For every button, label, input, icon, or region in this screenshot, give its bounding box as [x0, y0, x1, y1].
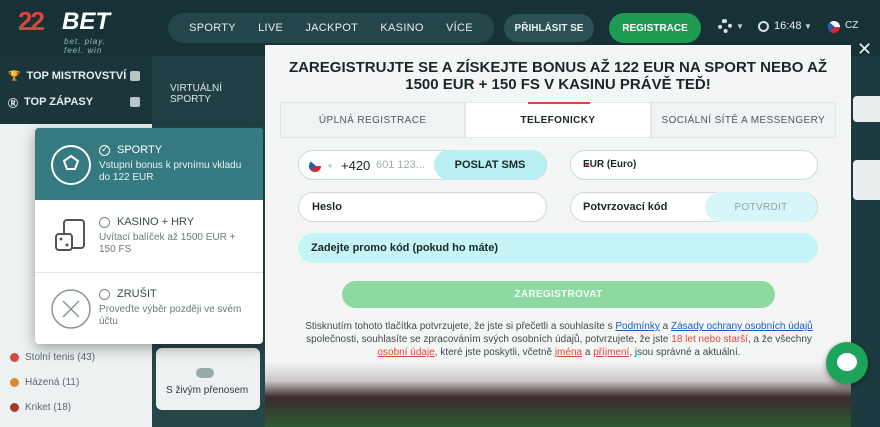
- privacy-link[interactable]: Zásady ochrany osobních údajů: [671, 321, 813, 332]
- terms-part: a: [582, 347, 594, 358]
- live-stream-label: S živým přenosem: [166, 385, 249, 396]
- nav-vice[interactable]: VÍCE: [446, 22, 473, 34]
- register-button[interactable]: REGISTRACE: [609, 13, 701, 43]
- password-field[interactable]: Heslo: [298, 192, 547, 222]
- terms-part: společnosti, souhlasíte se zpracováním s…: [306, 334, 672, 345]
- dice-cards-icon: [55, 219, 85, 251]
- sport-item-cricket[interactable]: Kriket (18): [10, 402, 71, 413]
- cricket-icon: [10, 403, 19, 412]
- main-nav: SPORTY LIVE JACKPOT KASINO VÍCE: [168, 13, 494, 43]
- bonus-option-sports[interactable]: SPORTY Vstupní bonus k prvnímu vkladu do…: [35, 128, 263, 200]
- phone-input[interactable]: 601 123...: [376, 159, 425, 171]
- toggle-icon[interactable]: [196, 368, 214, 378]
- currency-select[interactable]: EUR (Euro) ⌄: [570, 150, 818, 180]
- tab-full-registration[interactable]: ÚPLNÁ REGISTRACE: [280, 102, 466, 137]
- confirmation-code-field[interactable]: Potvrzovací kód POTVRDIT: [570, 192, 818, 222]
- bonus-option-desc: Vstupní bonus k prvnímu vkladu do 122 EU…: [99, 160, 242, 183]
- terms-text: Stisknutím tohoto tlačítka potvrzujete, …: [303, 320, 815, 359]
- code-label: Potvrzovací kód: [583, 201, 668, 213]
- sidebar-item-label: TOP MISTROVSTVÍ: [26, 70, 127, 82]
- sidebar-item-label: TOP ZÁPASY: [24, 96, 94, 108]
- checkbox-icon[interactable]: [130, 71, 140, 81]
- logo-text: BET: [62, 8, 110, 35]
- password-label: Heslo: [312, 201, 342, 213]
- surname-link[interactable]: příjmení: [593, 347, 629, 358]
- terms-link[interactable]: Podmínky: [615, 321, 659, 332]
- radio-button[interactable]: [99, 217, 110, 228]
- virtual-sports-tab[interactable]: VIRTUÁLNÍ SPORTY: [152, 56, 265, 126]
- handball-icon: [10, 378, 19, 387]
- registration-tabs: ÚPLNÁ REGISTRACE TELEFONICKY SOCIÁLNÍ SÍ…: [280, 102, 836, 138]
- gear-icon[interactable]: [718, 19, 732, 33]
- czech-flag-icon[interactable]: [309, 160, 321, 172]
- clock-icon: [758, 21, 769, 32]
- chevron-down-icon: ⌄: [583, 158, 592, 169]
- sport-item-table-tennis[interactable]: Stolní tenis (43): [10, 352, 95, 363]
- language-code[interactable]: CZ: [845, 20, 858, 31]
- logo-tagline: bet. play. feel. win: [64, 37, 106, 55]
- chevron-down-icon[interactable]: ▼: [326, 162, 334, 171]
- chevron-down-icon: ▼: [804, 22, 812, 31]
- sidebar-top-matches[interactable]: Ⓡ TOP ZÁPASY: [8, 92, 148, 112]
- send-sms-button[interactable]: POSLAT SMS: [434, 150, 546, 180]
- terms-part: , které jste poskytli, včetně: [434, 347, 555, 358]
- submit-register-button[interactable]: ZAREGISTROVAT: [342, 281, 775, 308]
- bonus-option-cancel[interactable]: ZRUŠIT Proveďte výběr později ve svém úč…: [35, 272, 263, 344]
- phone-field: ▼ +420 601 123... POSLAT SMS: [298, 150, 547, 180]
- bonus-option-title: SPORTY: [117, 144, 163, 156]
- close-icon[interactable]: ✕: [857, 39, 872, 60]
- czech-flag-icon[interactable]: [828, 21, 840, 33]
- verify-button[interactable]: POTVRDIT: [705, 192, 817, 222]
- radio-button[interactable]: [99, 289, 110, 300]
- trophy-icon: 🏆: [8, 70, 21, 82]
- name-link[interactable]: jména: [555, 347, 582, 358]
- logo[interactable]: 22 BET bet. play. feel. win: [18, 6, 128, 55]
- promo-code-field[interactable]: Zadejte promo kód (pokud ho máte): [298, 233, 818, 263]
- radio-button[interactable]: [99, 144, 110, 156]
- sport-label: Stolní tenis (43): [25, 352, 96, 363]
- bonus-option-title: KASINO + HRY: [117, 216, 195, 228]
- nav-jackpot[interactable]: JACKPOT: [305, 22, 358, 34]
- terms-part: , jsou správné a aktuální.: [629, 347, 741, 358]
- personal-data-link[interactable]: osobní údaje: [377, 347, 434, 358]
- chevron-down-icon: ▼: [736, 22, 744, 31]
- table-tennis-icon: [10, 353, 19, 362]
- clock-time: 16:48: [774, 20, 802, 32]
- nav-live[interactable]: LIVE: [258, 22, 283, 34]
- logo-number: 22: [18, 6, 45, 36]
- chat-icon[interactable]: [826, 342, 868, 384]
- sidebar-top-championships[interactable]: 🏆 TOP MISTROVSTVÍ: [8, 66, 148, 86]
- right-panel-card: [853, 160, 880, 200]
- bonus-option-desc: Uvítací balíček až 1500 EUR + 150 FS: [99, 232, 236, 255]
- registration-modal: ZAREGISTRUJTE SE A ZÍSKEJTE BONUS AŽ 122…: [265, 45, 851, 427]
- terms-part: a: [659, 321, 671, 332]
- rank-icon: Ⓡ: [8, 98, 18, 110]
- stadium-background-image: [265, 361, 851, 427]
- sport-label: Kriket (18): [25, 402, 72, 413]
- right-panel-card: [853, 96, 880, 122]
- promo-label: Zadejte promo kód (pokud ho máte): [311, 242, 499, 254]
- checkbox-icon[interactable]: [130, 97, 140, 107]
- virtual-sports-label: VIRTUÁLNÍ SPORTY: [170, 83, 223, 105]
- soccer-ball-icon: [51, 145, 91, 185]
- nav-kasino[interactable]: KASINO: [380, 22, 423, 34]
- bonus-option-desc: Proveďte výběr později ve svém účtu: [99, 304, 242, 327]
- bonus-option-title: ZRUŠIT: [117, 288, 157, 300]
- terms-part: Stisknutím tohoto tlačítka potvrzujete, …: [305, 321, 616, 332]
- terms-part: , a že všechny: [748, 334, 812, 345]
- age-highlight: 18 let nebo starší: [671, 334, 748, 345]
- live-stream-card[interactable]: S živým přenosem: [156, 348, 260, 410]
- bonus-option-casino[interactable]: KASINO + HRY Uvítací balíček až 1500 EUR…: [35, 200, 263, 272]
- nav-sporty[interactable]: SPORTY: [189, 22, 236, 34]
- phone-country-code: +420: [341, 158, 371, 173]
- sport-label: Házená (11): [25, 377, 80, 388]
- cancel-x-icon: [51, 289, 91, 329]
- login-button[interactable]: PŘIHLÁSIT SE: [504, 14, 594, 42]
- tab-phone[interactable]: TELEFONICKY: [465, 102, 651, 137]
- bonus-selection-popup: SPORTY Vstupní bonus k prvnímu vkladu do…: [35, 128, 263, 344]
- modal-title: ZAREGISTRUJTE SE A ZÍSKEJTE BONUS AŽ 122…: [288, 59, 828, 93]
- sport-item-handball[interactable]: Házená (11): [10, 377, 79, 388]
- tab-social[interactable]: SOCIÁLNÍ SÍTĚ A MESSENGERY: [650, 102, 836, 137]
